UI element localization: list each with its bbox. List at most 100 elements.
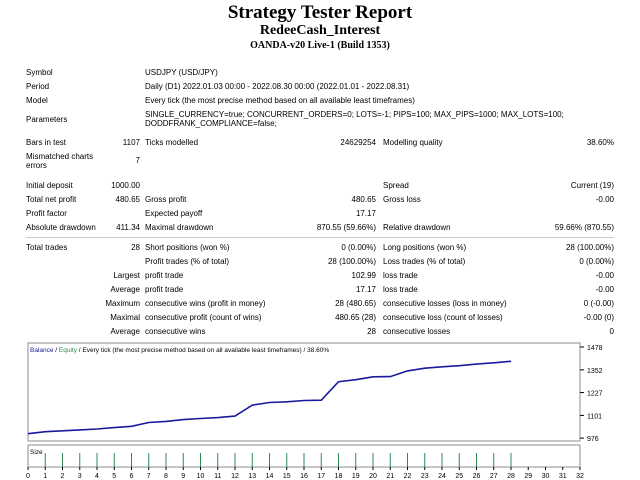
payoff-label: Expected payoff (145, 209, 203, 218)
x-tick-label: 14 (266, 473, 274, 479)
maximal-loss-label: consecutive loss (count of losses) (383, 313, 503, 322)
x-tick-label: 4 (95, 473, 99, 479)
x-tick-label: 10 (197, 473, 205, 479)
avg-losses-label: consecutive losses (383, 327, 451, 336)
chart-legend: Balance / Equity / Every tick (the most … (30, 347, 329, 354)
max-losses-money-value: 0 (-0.00) (583, 299, 614, 308)
max-losses-money-label: consecutive losses (loss in money) (383, 299, 507, 308)
x-tick-label: 27 (490, 473, 498, 479)
legend-description: / Every tick (the most precise method ba… (77, 347, 329, 354)
x-tick-label: 3 (78, 473, 82, 479)
symbol-value: USDJPY (USD/JPY) (145, 68, 218, 77)
short-positions-value: 0 (0.00%) (341, 243, 376, 252)
y-tick-label: 1478 (587, 345, 603, 352)
x-tick-label: 21 (386, 473, 394, 479)
x-tick-label: 16 (300, 473, 308, 479)
server-build: OANDA-v20 Live-1 (Build 1353) (250, 40, 390, 51)
average-2-label: Average (110, 327, 140, 336)
maximal-profit-value: 480.65 (28) (335, 313, 376, 322)
largest-loss-value: -0.00 (595, 271, 614, 280)
legend-balance: Balance (30, 347, 54, 354)
gross-loss-label: Gross loss (383, 195, 421, 204)
x-tick-label: 5 (112, 473, 116, 479)
x-tick-label: 1 (43, 473, 47, 479)
avg-profit-label: profit trade (145, 285, 184, 294)
y-tick-label: 1352 (587, 368, 603, 375)
long-positions-value: 28 (100.00%) (565, 243, 614, 252)
deposit-value: 1000.00 (111, 181, 140, 190)
balance-chart: 1478135212271101976Balance / Equity / Ev… (26, 342, 603, 479)
x-tick-label: 26 (473, 473, 481, 479)
mismatched-label-2: errors (26, 161, 47, 170)
largest-loss-label: loss trade (383, 271, 418, 280)
x-tick-label: 19 (352, 473, 360, 479)
parameters-label: Parameters (26, 115, 68, 124)
x-tick-label: 32 (576, 473, 584, 479)
short-positions-label: Short positions (won %) (145, 243, 230, 252)
profit-factor-label: Profit factor (26, 209, 67, 218)
plot-frame (27, 342, 581, 442)
quality-value: 38.60% (586, 138, 614, 147)
x-tick-label: 25 (455, 473, 463, 479)
maximum-label: Maximum (105, 299, 140, 308)
avg-loss-label: loss trade (383, 285, 418, 294)
total-trades-value: 28 (131, 243, 140, 252)
y-tick-label: 976 (587, 436, 599, 443)
period-label: Period (26, 82, 50, 91)
ticks-value: 24629254 (340, 138, 376, 147)
x-tick-label: 28 (507, 473, 515, 479)
period-value: Daily (D1) 2022.01.03 00:00 - 2022.08.30… (145, 82, 410, 91)
x-tick-label: 9 (181, 473, 185, 479)
y-tick-label: 1101 (587, 413, 602, 420)
net-profit-value: 480.65 (115, 195, 140, 204)
avg-profit-value: 17.17 (355, 285, 376, 294)
bars-value: 1107 (122, 138, 140, 147)
max-drawdown-label: Maximal drawdown (145, 223, 214, 232)
avg-wins-value: 28 (367, 327, 376, 336)
profit-trades-label: Profit trades (% of total) (145, 257, 230, 266)
y-tick-label: 1227 (587, 391, 603, 398)
expert-name: RedeeCash_Interest (259, 23, 381, 38)
x-tick-label: 15 (283, 473, 291, 479)
avg-loss-value: -0.00 (595, 285, 614, 294)
gross-profit-value: 480.65 (351, 195, 376, 204)
rel-drawdown-value: 59.66% (870.55) (554, 223, 614, 232)
size-label: Size (30, 449, 43, 456)
x-tick-label: 7 (147, 473, 151, 479)
largest-profit-label: profit trade (145, 271, 184, 280)
model-value: Every tick (the most precise method base… (145, 96, 415, 105)
report-title: Strategy Tester Report (227, 2, 413, 23)
profit-trades-value: 28 (100.00%) (327, 257, 376, 266)
parameters-line-1: SINGLE_CURRENCY=true; CONCURRENT_ORDERS=… (145, 110, 564, 119)
loss-trades-value: 0 (0.00%) (579, 257, 614, 266)
x-tick-label: 22 (404, 473, 412, 479)
parameters-line-2: DODDFRANK_COMPLIANCE=false; (145, 119, 277, 128)
x-tick-label: 30 (542, 473, 550, 479)
long-positions-label: Long positions (won %) (383, 243, 467, 252)
x-tick-label: 17 (317, 473, 325, 479)
legend-equity: Equity (59, 347, 78, 354)
section-divider (26, 237, 614, 238)
x-tick-label: 18 (335, 473, 343, 479)
gross-loss-value: -0.00 (595, 195, 614, 204)
gross-profit-label: Gross profit (145, 195, 187, 204)
largest-label: Largest (113, 271, 140, 280)
largest-profit-value: 102.99 (351, 271, 376, 280)
maximal-loss-value: -0.00 (0) (583, 313, 614, 322)
x-tick-label: 8 (164, 473, 168, 479)
x-tick-label: 24 (438, 473, 446, 479)
abs-drawdown-value: 411.34 (116, 223, 140, 232)
payoff-value: 17.17 (355, 209, 376, 218)
x-tick-label: 2 (61, 473, 65, 479)
x-tick-label: 12 (231, 473, 239, 479)
loss-trades-label: Loss trades (% of total) (383, 257, 466, 266)
avg-wins-label: consecutive wins (145, 327, 206, 336)
x-tick-label: 13 (248, 473, 256, 479)
max-drawdown-value: 870.55 (59.66%) (316, 223, 376, 232)
avg-losses-value: 0 (609, 327, 614, 336)
average-label: Average (110, 285, 140, 294)
x-tick-label: 20 (369, 473, 377, 479)
x-tick-label: 11 (214, 473, 221, 479)
max-wins-money-value: 28 (480.65) (335, 299, 376, 308)
x-tick-label: 0 (26, 473, 30, 479)
